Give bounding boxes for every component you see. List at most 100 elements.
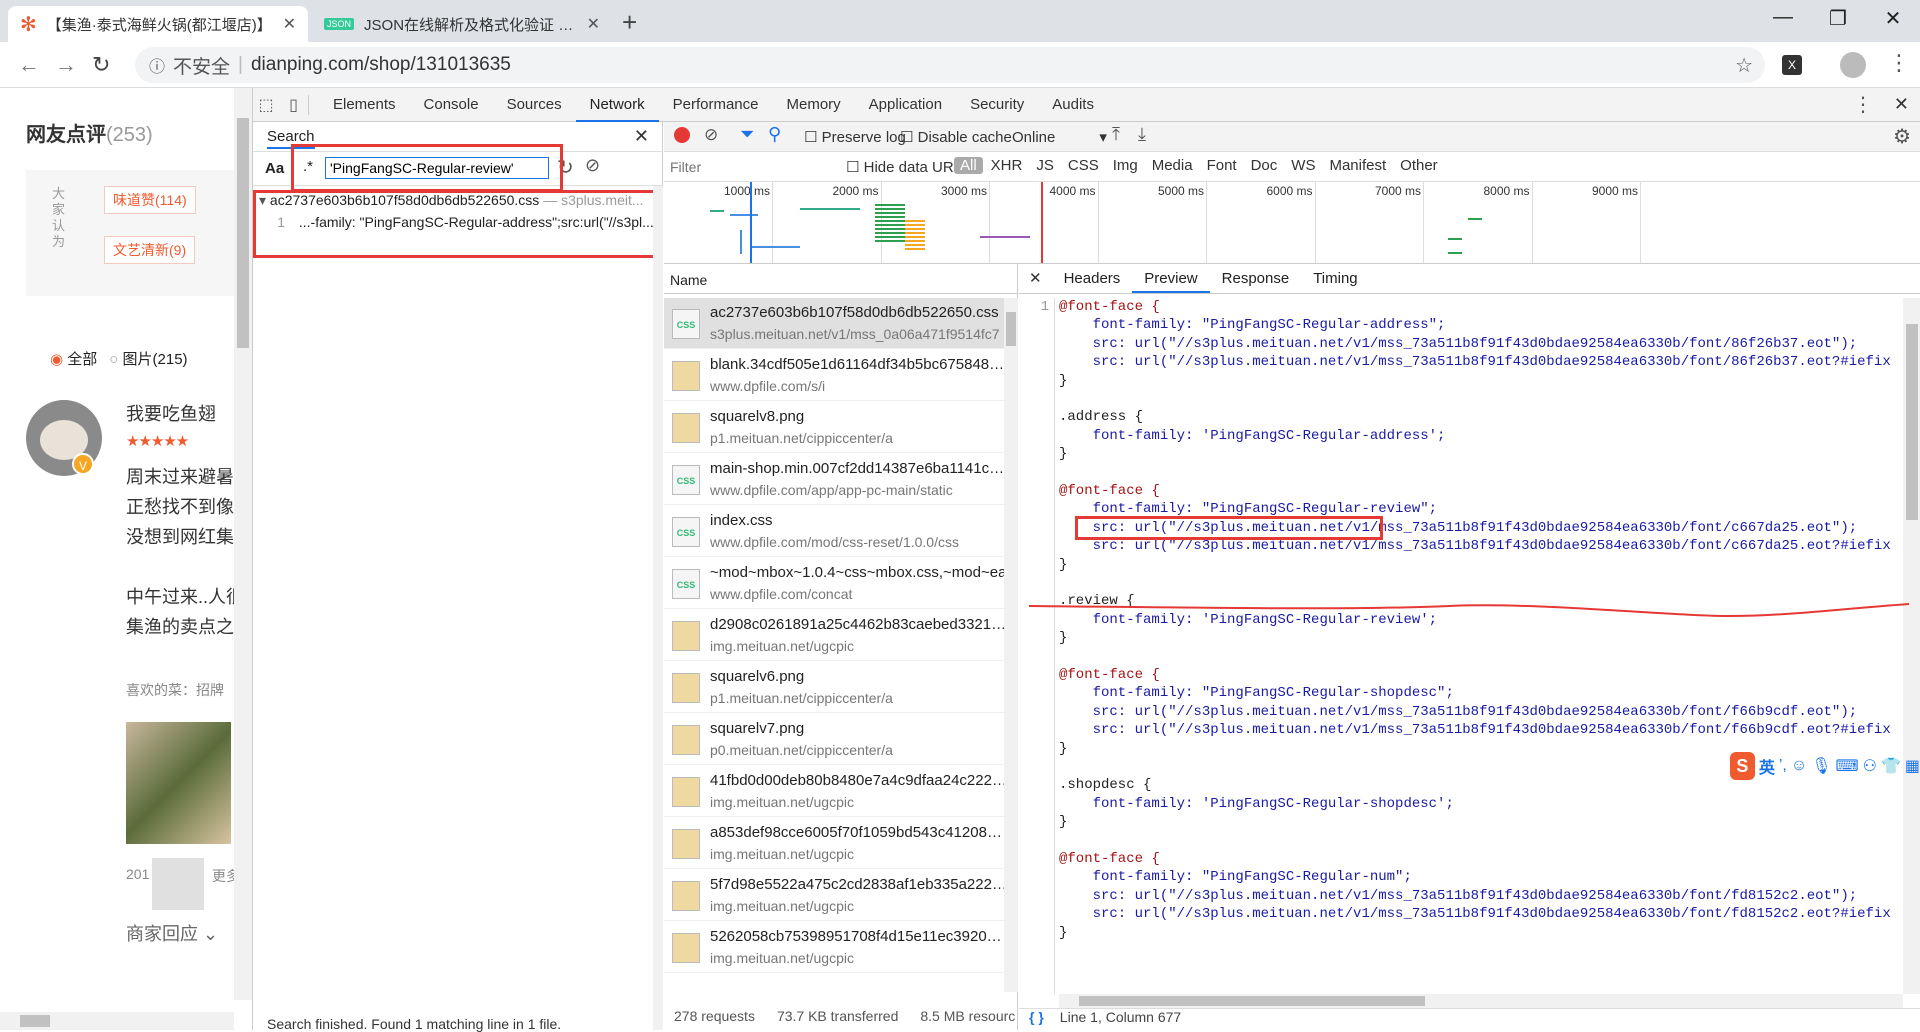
request-row[interactable]: squarelv6.png p1.meituan.net/cippiccenter… bbox=[664, 662, 1018, 713]
punctuation-icon[interactable]: ’, bbox=[1779, 757, 1787, 775]
name-column-header[interactable]: Name bbox=[664, 264, 1018, 294]
preserve-log-checkbox[interactable]: ☐ Preserve log bbox=[804, 128, 906, 146]
filter-input[interactable] bbox=[668, 156, 828, 178]
request-row[interactable]: 5262058cb75398951708f4d15e11ec392067.p im… bbox=[664, 922, 1018, 973]
close-window-button[interactable]: ✕ bbox=[1870, 6, 1916, 31]
ime-language[interactable]: 英 bbox=[1759, 754, 1775, 778]
request-row[interactable]: d2908c0261891a25c4462b83caebed332185.p im… bbox=[664, 610, 1018, 661]
timeline-overview[interactable]: 1000 ms 2000 ms 3000 ms 4000 ms 5000 ms 6000 … bbox=[664, 182, 1920, 264]
tab-elements[interactable]: Elements bbox=[319, 88, 410, 122]
sogou-ime-icon[interactable]: S bbox=[1730, 752, 1755, 780]
forward-button[interactable]: → bbox=[55, 52, 77, 78]
search-scrollbar[interactable] bbox=[653, 186, 663, 1030]
code-preview[interactable]: 1 @font-face { font-family: "PingFangSC-… bbox=[1019, 298, 1901, 994]
merchant-reply-toggle[interactable]: 商家回应 ⌄ bbox=[126, 920, 218, 946]
skin-icon[interactable]: 👕 bbox=[1881, 756, 1901, 776]
address-bar[interactable]: ⓘ 不安全 | dianping.com/shop/131013635 ☆ bbox=[135, 47, 1765, 83]
request-row[interactable]: CSS main-shop.min.007cf2dd14387e6ba1141c8… bbox=[664, 454, 1018, 505]
match-case-button[interactable]: Aa bbox=[265, 160, 284, 177]
close-devtools-icon[interactable]: ✕ bbox=[1894, 94, 1909, 115]
record-button[interactable] bbox=[674, 127, 690, 143]
minimize-button[interactable]: — bbox=[1760, 6, 1806, 29]
tab-audits[interactable]: Audits bbox=[1038, 88, 1108, 122]
tab-console[interactable]: Console bbox=[410, 88, 493, 122]
request-row[interactable]: CSS index.css www.dpfile.com/mod/css-reset… bbox=[664, 506, 1018, 557]
filter-media[interactable]: Media bbox=[1146, 157, 1199, 174]
new-tab-button[interactable]: + bbox=[622, 8, 637, 36]
qr-code-icon[interactable] bbox=[152, 858, 204, 910]
request-row[interactable]: squarelv8.png p1.meituan.net/cippiccenter… bbox=[664, 402, 1018, 453]
tab-security[interactable]: Security bbox=[956, 88, 1038, 122]
request-scrollbar[interactable] bbox=[1004, 298, 1018, 992]
browser-tab-json[interactable]: JSON JSON在线解析及格式化验证 - JS ✕ bbox=[312, 6, 612, 42]
throttle-select[interactable]: Online ▾ bbox=[1012, 128, 1107, 146]
code-v-scrollbar[interactable] bbox=[1903, 298, 1920, 994]
tab-preview[interactable]: Preview bbox=[1132, 270, 1210, 293]
review-photo[interactable] bbox=[126, 722, 231, 844]
request-row[interactable]: blank.34cdf505e1d61164df34b5bc67584823.p… bbox=[664, 350, 1018, 401]
close-search-icon[interactable]: ✕ bbox=[634, 126, 649, 147]
user-icon[interactable]: ⚇ bbox=[1863, 756, 1877, 776]
keyboard-icon[interactable]: ⌨ bbox=[1836, 756, 1859, 776]
settings-gear-icon[interactable]: ⚙ bbox=[1893, 124, 1911, 149]
filter-icon[interactable]: ⏷ bbox=[740, 124, 754, 145]
tab-sources[interactable]: Sources bbox=[493, 88, 576, 122]
emoji-icon[interactable]: ☺ bbox=[1791, 757, 1807, 775]
filter-other[interactable]: Other bbox=[1394, 157, 1444, 174]
browser-tab-dianping[interactable]: ✻ 【集渔·泰式海鲜火锅(都江堰店)】 ✕ bbox=[8, 6, 308, 42]
request-row[interactable]: squarelv7.png p0.meituan.net/cippiccenter… bbox=[664, 714, 1018, 765]
filter-ws[interactable]: WS bbox=[1285, 157, 1321, 174]
filter-js[interactable]: JS bbox=[1030, 157, 1060, 174]
info-icon[interactable]: ⓘ bbox=[149, 53, 165, 77]
close-icon[interactable]: ✕ bbox=[587, 14, 600, 34]
reload-button[interactable]: ↻ bbox=[92, 52, 110, 78]
import-har-icon[interactable]: ⤒ bbox=[1112, 124, 1120, 145]
filter-doc[interactable]: Doc bbox=[1245, 157, 1284, 174]
page-scrollbar[interactable] bbox=[234, 88, 252, 1000]
filter-font[interactable]: Font bbox=[1201, 157, 1243, 174]
filter-pictures[interactable]: ○ 图片(215) bbox=[109, 348, 187, 369]
profile-avatar[interactable] bbox=[1840, 52, 1866, 78]
reviewer-name[interactable]: 我要吃鱼翅 bbox=[126, 400, 216, 426]
tab-timing[interactable]: Timing bbox=[1301, 270, 1369, 293]
device-toolbar-icon[interactable]: ▯ bbox=[279, 94, 309, 115]
filter-css[interactable]: CSS bbox=[1062, 157, 1105, 174]
close-detail-icon[interactable]: ✕ bbox=[1019, 269, 1052, 293]
request-row[interactable]: CSS ac2737e603b6b107f58d0db6db522650.css s… bbox=[664, 298, 1018, 349]
filter-manifest[interactable]: Manifest bbox=[1323, 157, 1392, 174]
tab-memory[interactable]: Memory bbox=[773, 88, 855, 122]
chrome-menu-icon[interactable]: ⋮ bbox=[1888, 50, 1910, 76]
tab-network[interactable]: Network bbox=[575, 88, 659, 122]
back-button[interactable]: ← bbox=[18, 52, 40, 78]
tag-chip[interactable]: 文艺清新(9) bbox=[104, 236, 196, 264]
hide-data-urls-checkbox[interactable]: ☐ Hide data URLs bbox=[846, 158, 970, 176]
bookmark-star-icon[interactable]: ☆ bbox=[1735, 53, 1753, 78]
extension-icon[interactable]: X bbox=[1782, 55, 1802, 75]
code-h-scrollbar[interactable] bbox=[1059, 994, 1903, 1008]
ime-toolbar[interactable]: S 英 ’, ☺ 🎙 ⌨ ⚇ 👕 ▦ bbox=[1730, 750, 1920, 782]
filter-img[interactable]: Img bbox=[1107, 157, 1144, 174]
inspect-icon[interactable]: ⬚ bbox=[253, 95, 279, 115]
devtools-menu-icon[interactable]: ⋮ bbox=[1853, 92, 1873, 117]
tab-application[interactable]: Application bbox=[855, 88, 956, 122]
filter-all[interactable]: ◉ 全部 bbox=[50, 348, 97, 369]
pretty-print-icon[interactable]: { } bbox=[1029, 1009, 1044, 1030]
microphone-icon[interactable]: 🎙 bbox=[1811, 756, 1831, 776]
export-har-icon[interactable]: ⤓ bbox=[1138, 124, 1146, 145]
request-row[interactable]: 5f7d98e5522a475c2cd2838af1eb335a2220.pr i… bbox=[664, 870, 1018, 921]
request-row[interactable]: 41fbd0d00deb80b8480e7a4c9dfaa24c2220.pr i… bbox=[664, 766, 1018, 817]
request-row[interactable]: a853def98cce6005f70f1059bd543c412089.pn i… bbox=[664, 818, 1018, 869]
maximize-button[interactable]: ❐ bbox=[1815, 6, 1861, 31]
clear-icon[interactable]: ⊘ bbox=[704, 125, 718, 145]
tag-chip[interactable]: 味道赞(114) bbox=[104, 186, 196, 214]
clear-search-icon[interactable]: ⊘ bbox=[585, 155, 600, 176]
toolbox-icon[interactable]: ▦ bbox=[1905, 756, 1920, 776]
tab-response[interactable]: Response bbox=[1210, 270, 1302, 293]
tab-headers[interactable]: Headers bbox=[1052, 270, 1133, 293]
close-icon[interactable]: ✕ bbox=[283, 14, 296, 34]
tab-performance[interactable]: Performance bbox=[659, 88, 773, 122]
filter-xhr[interactable]: XHR bbox=[985, 157, 1029, 174]
request-row[interactable]: CSS ~mod~mbox~1.0.4~css~mbox.css,~mod~ea w… bbox=[664, 558, 1018, 609]
page-h-scrollbar[interactable] bbox=[0, 1012, 234, 1030]
search-icon[interactable]: ⚲ bbox=[768, 124, 781, 145]
